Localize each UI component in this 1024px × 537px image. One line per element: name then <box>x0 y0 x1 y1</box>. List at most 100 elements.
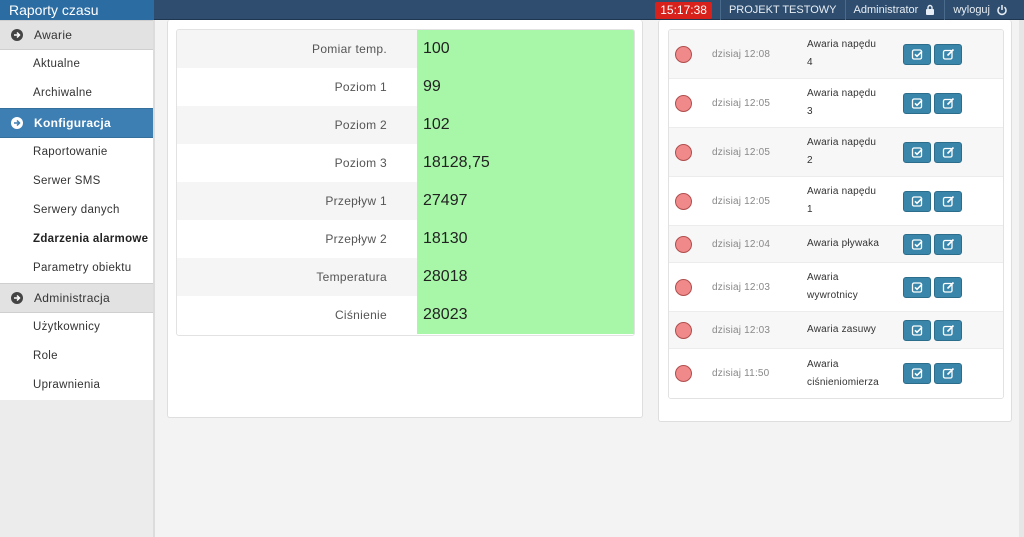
alarm-row: dzisiaj 12:04 Awaria pływaka <box>669 226 1003 263</box>
edit-alarm-button[interactable] <box>934 92 962 114</box>
project-name[interactable]: PROJEKT TESTOWY <box>719 0 845 20</box>
nav-item-raportowanie[interactable]: Raportowanie <box>0 138 153 167</box>
nav-section-label: Administracja <box>34 291 110 305</box>
nav-section-konfiguracja[interactable]: Konfiguracja <box>0 108 153 138</box>
alarm-actions <box>903 141 962 163</box>
alarm-row: dzisiaj 12:08 Awaria napędu 4 <box>669 30 1003 79</box>
nav-item-parametry-obiektu[interactable]: Parametry obiektu <box>0 254 153 283</box>
alarm-name: Awaria wywrotnicy <box>807 269 903 305</box>
check-square-icon <box>911 324 923 336</box>
confirm-alarm-button[interactable] <box>903 233 931 255</box>
measurement-label: Pomiar temp. <box>177 30 417 68</box>
alarm-time: dzisiaj 12:05 <box>712 146 771 158</box>
confirm-alarm-button[interactable] <box>903 92 931 114</box>
nav-section-administracja[interactable]: Administracja <box>0 283 153 313</box>
alarm-name-line2: 1 <box>807 204 813 215</box>
confirm-alarm-button[interactable] <box>903 190 931 212</box>
edit-alarm-button[interactable] <box>934 233 962 255</box>
nav-item-serwery-danych[interactable]: Serwery danych <box>0 196 153 225</box>
page-scrollbar[interactable] <box>1019 20 1024 537</box>
alarm-actions <box>903 276 962 298</box>
circle-arrow-right-icon <box>11 292 23 304</box>
confirm-alarm-button[interactable] <box>903 43 931 65</box>
confirm-alarm-button[interactable] <box>903 276 931 298</box>
alarm-name: Awaria pływaka <box>807 235 903 253</box>
alarm-name: Awaria ciśnieniomierza <box>807 356 903 392</box>
alarm-time: dzisiaj 12:05 <box>712 195 771 207</box>
measurement-row: Ciśnienie 28023 <box>177 296 634 334</box>
measurement-value: 100 <box>417 30 634 68</box>
alarm-actions <box>903 363 962 384</box>
alarm-row: dzisiaj 12:05 Awaria napędu 3 <box>669 79 1003 128</box>
confirm-alarm-button[interactable] <box>903 319 931 341</box>
measurement-label: Temperatura <box>177 258 417 296</box>
measurement-row: Poziom 3 18128,75 <box>177 144 634 182</box>
alarm-status-indicator <box>675 321 692 339</box>
check-square-icon <box>911 238 923 250</box>
alarm-time: dzisiaj 12:08 <box>712 48 771 60</box>
measurement-row: Przepływ 1 27497 <box>177 182 634 220</box>
power-icon <box>997 5 1007 16</box>
check-square-icon <box>911 368 923 379</box>
logout-link[interactable]: wyloguj <box>944 0 1016 20</box>
edit-alarm-button[interactable] <box>934 319 962 341</box>
edit-icon <box>942 324 954 336</box>
measurement-value: 18130 <box>417 220 634 258</box>
edit-alarm-button[interactable] <box>934 190 962 212</box>
alarm-status-indicator <box>675 365 692 382</box>
alarm-name-line2: 2 <box>807 155 813 166</box>
alarm-time: dzisiaj 11:50 <box>712 368 770 379</box>
alarm-status-indicator <box>675 192 692 210</box>
nav-section-awarie[interactable]: Awarie <box>0 20 153 50</box>
alarm-status-indicator <box>675 278 692 296</box>
nav-item-role[interactable]: Role <box>0 342 153 371</box>
circle-arrow-right-icon <box>11 117 23 129</box>
alarm-name-line1: Awaria zasuwy <box>807 324 877 335</box>
measurements-panel: Pomiar temp. 100 Poziom 1 99 Poziom 2 102 P… <box>167 20 643 418</box>
measurement-value: 27497 <box>417 182 634 220</box>
top-bar-right: 15:17:38 PROJEKT TESTOWY Administrator w… <box>655 0 1016 20</box>
alarm-name-line2: 3 <box>807 106 813 117</box>
alarm-actions <box>903 43 962 65</box>
nav-item-uzytkownicy[interactable]: Użytkownicy <box>0 313 153 342</box>
check-square-icon <box>911 48 923 60</box>
measurement-label: Poziom 1 <box>177 68 417 106</box>
sidebar: Awarie Aktualne Archiwalne Konfiguracja … <box>0 20 155 537</box>
measurement-label: Przepływ 1 <box>177 182 417 220</box>
alarm-name-line1: Awaria <box>807 358 839 370</box>
edit-alarm-button[interactable] <box>934 276 962 298</box>
measurement-row: Temperatura 28018 <box>177 258 634 296</box>
alarm-name-line1: Awaria pływaka <box>807 238 880 249</box>
alarm-status-indicator <box>675 45 692 63</box>
measurement-label: Przepływ 2 <box>177 220 417 258</box>
alarm-row: dzisiaj 12:05 Awaria napędu 2 <box>669 128 1003 177</box>
alarm-time: dzisiaj 12:03 <box>712 281 771 293</box>
edit-alarm-button[interactable] <box>934 363 962 384</box>
nav-item-zdarzenia-alarmowe[interactable]: Zdarzenia alarmowe <box>0 225 153 254</box>
measurements-table: Pomiar temp. 100 Poziom 1 99 Poziom 2 102 P… <box>176 29 635 336</box>
confirm-alarm-button[interactable] <box>903 141 931 163</box>
alarm-name: Awaria napędu 1 <box>807 183 903 219</box>
alarm-status-indicator <box>675 143 692 161</box>
alarm-name-line1: Awaria napędu <box>807 88 877 99</box>
confirm-alarm-button[interactable] <box>903 363 931 384</box>
lock-icon <box>926 4 935 15</box>
alarm-row: dzisiaj 12:05 Awaria napędu 1 <box>669 177 1003 226</box>
measurement-value: 28018 <box>417 258 634 296</box>
alarms-list: dzisiaj 12:08 Awaria napędu 4 dzisiaj 12:… <box>668 29 1004 399</box>
nav-item-archiwalne[interactable]: Archiwalne <box>0 79 153 108</box>
nav-item-serwer-sms[interactable]: Serwer SMS <box>0 167 153 196</box>
edit-alarm-button[interactable] <box>934 141 962 163</box>
alarm-name-line2: wywrotnicy <box>807 290 858 301</box>
sidebar-menu: Awarie Aktualne Archiwalne Konfiguracja … <box>0 20 154 400</box>
nav-item-aktualne[interactable]: Aktualne <box>0 50 153 79</box>
nav-item-uprawnienia[interactable]: Uprawnienia <box>0 371 153 400</box>
alarm-name-line1: Awaria <box>807 272 839 283</box>
app-title[interactable]: Raporty czasu <box>0 0 154 20</box>
alarm-name-line1: Awaria napędu <box>807 137 877 148</box>
user-menu[interactable]: Administrator <box>844 0 945 20</box>
edit-icon <box>942 195 954 207</box>
sidebar-divider <box>153 20 155 537</box>
edit-alarm-button[interactable] <box>934 43 962 65</box>
measurement-row: Poziom 1 99 <box>177 68 634 106</box>
